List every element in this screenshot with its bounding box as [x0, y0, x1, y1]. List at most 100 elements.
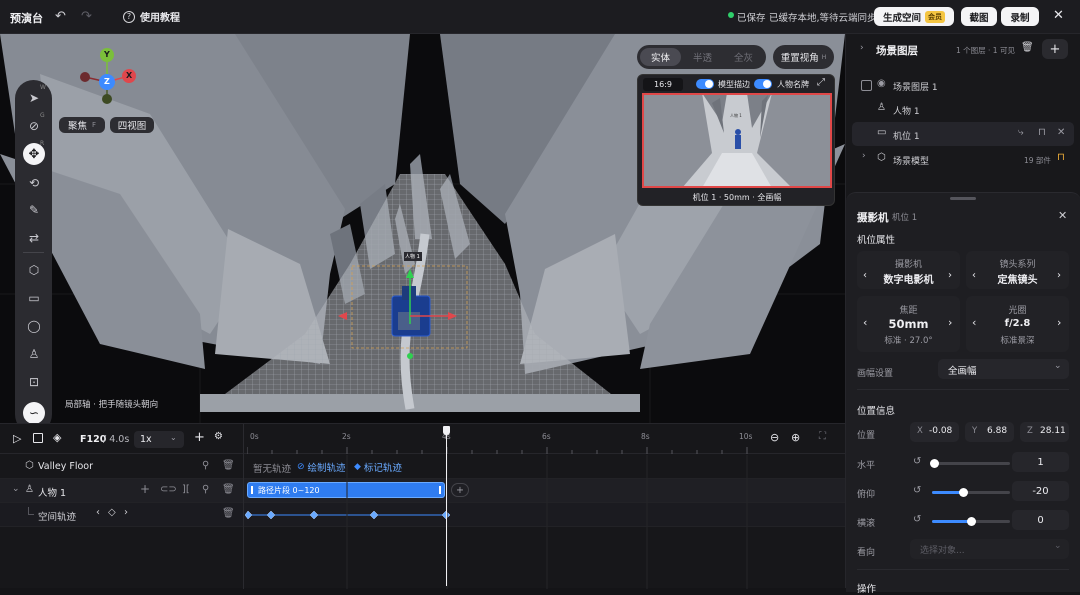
- prev-keyframe-icon[interactable]: ‹: [96, 507, 100, 518]
- path-tool-icon[interactable]: ∽: [23, 402, 45, 423]
- tilt-label: 俯仰: [857, 490, 876, 500]
- trash-icon[interactable]: 🗑: [222, 484, 235, 495]
- position-x-input[interactable]: X -0.08: [910, 422, 959, 442]
- vip-badge: 会员: [925, 10, 945, 23]
- chevron-right-icon[interactable]: ›: [1057, 316, 1061, 329]
- horizontal-slider[interactable]: [930, 459, 1010, 468]
- playhead[interactable]: [446, 426, 447, 586]
- cube-icon[interactable]: ⬡: [24, 260, 44, 280]
- add-layer-button[interactable]: +: [1042, 39, 1068, 59]
- light-icon[interactable]: ◯: [24, 316, 44, 336]
- close-icon[interactable]: ✕: [1053, 8, 1064, 23]
- slider-knob[interactable]: [930, 459, 940, 468]
- roll-slider[interactable]: [932, 517, 1010, 526]
- chevron-right-icon[interactable]: ›: [1057, 270, 1061, 281]
- pen-icon[interactable]: ✎: [24, 200, 44, 220]
- reset-icon[interactable]: ↺: [913, 485, 921, 496]
- reset-icon[interactable]: ↺: [913, 514, 921, 525]
- add-keyframe-icon[interactable]: ◇: [108, 507, 116, 518]
- add-icon[interactable]: +: [194, 430, 205, 445]
- link-icon[interactable]: ⤷: [1018, 127, 1024, 138]
- play-icon[interactable]: ▷: [13, 432, 21, 445]
- horizontal-input[interactable]: 1: [1012, 452, 1069, 472]
- transform-icon[interactable]: ⇄: [24, 228, 44, 248]
- close-icon[interactable]: ✕: [1058, 209, 1067, 222]
- next-keyframe-icon[interactable]: ›: [124, 507, 128, 518]
- add-icon[interactable]: +: [140, 482, 150, 496]
- tab-gray[interactable]: 全灰: [723, 48, 764, 66]
- lens-series-select[interactable]: 镜头系列 ‹ 定焦镜头 ›: [966, 251, 1069, 289]
- select-cursor-icon[interactable]: ➤: [24, 88, 44, 108]
- 3d-viewport[interactable]: 人物 1 Y X Z 聚焦 F 四视图 W G R ➤ ⊘ ✥ ⟲ ✎ ⇄ ⬡ …: [0, 34, 845, 423]
- chevron-down-icon[interactable]: ⌄: [12, 484, 20, 494]
- eye-icon[interactable]: ◉: [877, 78, 886, 89]
- link-icon[interactable]: ⊂⊃: [160, 484, 177, 495]
- tab-solid[interactable]: 实体: [640, 48, 681, 66]
- screenshot-button[interactable]: 截图: [961, 7, 997, 26]
- layer-checkbox[interactable]: [861, 80, 872, 91]
- slider-knob[interactable]: [959, 488, 969, 497]
- camera-icon[interactable]: ▭: [24, 288, 44, 308]
- layer-item-camera[interactable]: ▭ 机位 1 ⤷ ⊓ ✕: [852, 122, 1074, 146]
- chevron-right-icon[interactable]: ›: [862, 151, 866, 161]
- rotate-icon[interactable]: ⟲: [24, 173, 44, 193]
- pin-icon[interactable]: ⚲: [202, 460, 209, 471]
- settings-icon[interactable]: ⚙: [214, 431, 223, 442]
- move-tool-icon[interactable]: ✥: [23, 143, 45, 165]
- trash-icon[interactable]: 🗑: [1021, 42, 1034, 53]
- person-icon[interactable]: ♙: [24, 344, 44, 364]
- tutorial-link[interactable]: ? 使用教程: [123, 9, 180, 24]
- track-name: 空间轨迹: [38, 512, 77, 523]
- trash-icon[interactable]: 🗑: [222, 508, 235, 519]
- expand-icon[interactable]: ⤢: [817, 77, 825, 88]
- orbit-icon[interactable]: ⊘: [24, 116, 44, 136]
- tab-translucent[interactable]: 半透: [682, 48, 723, 66]
- focal-sub: 标准 · 27.0°: [884, 336, 933, 346]
- close-icon[interactable]: ✕: [1057, 127, 1065, 138]
- speed-select[interactable]: 1x ⌄: [134, 431, 184, 448]
- reset-view-button[interactable]: 重置视角 H: [773, 45, 834, 69]
- chevron-right-icon[interactable]: ›: [860, 43, 864, 53]
- tilt-slider[interactable]: [932, 488, 1010, 497]
- slider-knob[interactable]: [967, 517, 976, 526]
- frame-select[interactable]: 全画幅 ⌄: [938, 359, 1069, 379]
- aperture-sub: 标准景深: [1000, 336, 1035, 346]
- tilt-input[interactable]: -20: [1012, 481, 1069, 501]
- layer-item-model[interactable]: › ⬡ 场景模型 19 部件 ⊓: [852, 148, 1074, 170]
- keyframe-icon[interactable]: ◈: [53, 431, 61, 444]
- stop-icon[interactable]: [33, 433, 43, 443]
- layer-item[interactable]: ◉ 场景图层 1: [852, 75, 1074, 97]
- aperture-select[interactable]: 光圈 ‹ f/2.8 › 标准景深: [966, 296, 1069, 352]
- undo-icon[interactable]: ↶: [55, 9, 66, 24]
- lock-icon[interactable]: ⊓: [1057, 152, 1065, 163]
- playhead-handle[interactable]: [443, 426, 450, 435]
- look-at-select[interactable]: 选择对象... ⌄: [910, 539, 1069, 559]
- model-outline-toggle[interactable]: [696, 79, 714, 90]
- split-icon[interactable]: ][: [182, 484, 190, 495]
- position-y-input[interactable]: Y 6.88: [965, 422, 1014, 442]
- focal-length-select[interactable]: 焦距 ‹ 50mm › 标准 · 27.0°: [857, 296, 960, 352]
- redo-icon[interactable]: ↷: [81, 9, 92, 24]
- name-tag-toggle[interactable]: [754, 79, 772, 90]
- zoom-out-icon[interactable]: ⊖: [770, 431, 779, 444]
- focus-button[interactable]: 聚焦 F: [59, 117, 105, 133]
- lock-icon[interactable]: ⊓: [1038, 127, 1046, 138]
- pin-icon[interactable]: ⚲: [202, 484, 209, 495]
- chevron-right-icon[interactable]: ›: [948, 270, 952, 281]
- reset-icon[interactable]: ↺: [913, 456, 921, 467]
- import-icon[interactable]: ⊡: [24, 372, 44, 392]
- chevron-right-icon[interactable]: ›: [948, 316, 952, 329]
- quad-view-button[interactable]: 四视图: [110, 117, 154, 133]
- trash-icon[interactable]: 🗑: [222, 460, 235, 471]
- layer-item-person[interactable]: ♙ 人物 1: [852, 98, 1074, 120]
- generate-space-button[interactable]: 生成空间 会员: [874, 7, 954, 26]
- zoom-in-icon[interactable]: ⊕: [791, 431, 800, 444]
- character-tag: 人物 1: [405, 254, 420, 260]
- drag-handle[interactable]: [950, 197, 976, 200]
- position-z-input[interactable]: Z 28.11: [1020, 422, 1069, 442]
- roll-input[interactable]: 0: [1012, 510, 1069, 530]
- fullscreen-icon[interactable]: ⛶: [819, 431, 826, 442]
- camera-type-select[interactable]: 摄影机 ‹ 数字电影机 ›: [857, 251, 960, 289]
- record-button[interactable]: 录制: [1001, 7, 1039, 26]
- aspect-ratio[interactable]: 16:9: [643, 78, 683, 91]
